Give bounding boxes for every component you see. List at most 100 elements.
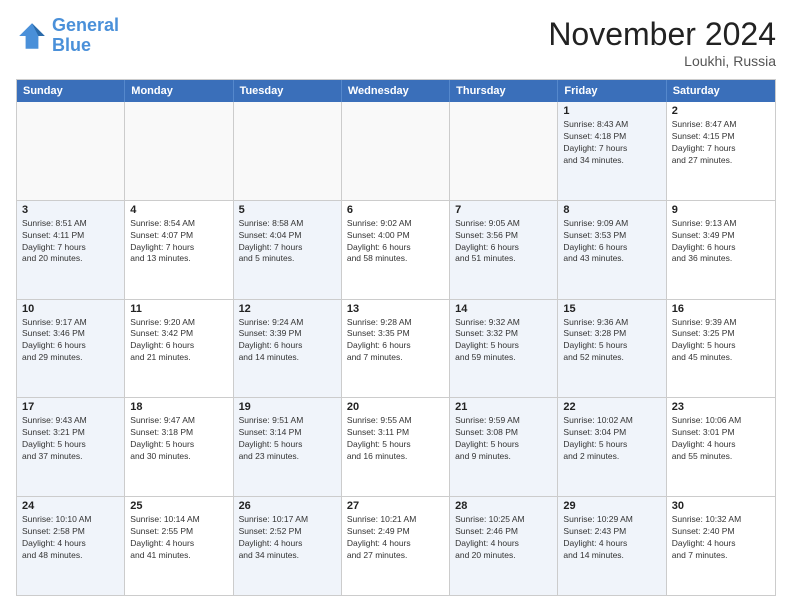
cal-row-3: 17 Sunrise: 9:43 AM Sunset: 3:21 PM Dayli… bbox=[17, 397, 775, 496]
cal-cell-r0-c5: 1 Sunrise: 8:43 AM Sunset: 4:18 PM Daylig… bbox=[558, 102, 666, 200]
cell-info-27: Sunrise: 10:21 AM Sunset: 2:49 PM Daylig… bbox=[347, 514, 444, 562]
cal-cell-r2-c6: 16 Sunrise: 9:39 AM Sunset: 3:25 PM Dayli… bbox=[667, 300, 775, 398]
cal-cell-r4-c1: 25 Sunrise: 10:14 AM Sunset: 2:55 PM Dayl… bbox=[125, 497, 233, 595]
page: General Blue November 2024 Loukhi, Russi… bbox=[0, 0, 792, 612]
cal-cell-r4-c3: 27Sunrise: 10:21 AM Sunset: 2:49 PM Dayl… bbox=[342, 497, 450, 595]
day-num-5: 5 bbox=[239, 204, 336, 216]
cell-info-23: Sunrise: 10:06 AM Sunset: 3:01 PM Daylig… bbox=[672, 415, 770, 463]
cell-info-17: Sunrise: 9:43 AM Sunset: 3:21 PM Dayligh… bbox=[22, 415, 119, 463]
cell-info-20: Sunrise: 9:55 AM Sunset: 3:11 PM Dayligh… bbox=[347, 415, 444, 463]
day-num-16: 16 bbox=[672, 303, 770, 315]
cell-info-29: Sunrise: 10:29 AM Sunset: 2:43 PM Daylig… bbox=[563, 514, 660, 562]
cal-cell-r2-c5: 15Sunrise: 9:36 AM Sunset: 3:28 PM Dayli… bbox=[558, 300, 666, 398]
day-num-7: 7 bbox=[455, 204, 552, 216]
cell-info-4: Sunrise: 8:54 AM Sunset: 4:07 PM Dayligh… bbox=[130, 218, 227, 266]
logo-text: General Blue bbox=[52, 16, 119, 56]
header-thursday: Thursday bbox=[450, 80, 558, 102]
day-num-30: 30 bbox=[672, 500, 770, 512]
location: Loukhi, Russia bbox=[548, 53, 776, 69]
cal-cell-r0-c6: 2Sunrise: 8:47 AM Sunset: 4:15 PM Daylig… bbox=[667, 102, 775, 200]
header-friday: Friday bbox=[558, 80, 666, 102]
cal-cell-r0-c1 bbox=[125, 102, 233, 200]
cal-cell-r1-c6: 9 Sunrise: 9:13 AM Sunset: 3:49 PM Daylig… bbox=[667, 201, 775, 299]
cell-info-22: Sunrise: 10:02 AM Sunset: 3:04 PM Daylig… bbox=[563, 415, 660, 463]
cal-cell-r0-c4 bbox=[450, 102, 558, 200]
day-num-17: 17 bbox=[22, 401, 119, 413]
day-num-23: 23 bbox=[672, 401, 770, 413]
day-num-6: 6 bbox=[347, 204, 444, 216]
day-num-11: 11 bbox=[130, 303, 227, 315]
day-num-18: 18 bbox=[130, 401, 227, 413]
cal-cell-r0-c0 bbox=[17, 102, 125, 200]
cell-info-15: Sunrise: 9:36 AM Sunset: 3:28 PM Dayligh… bbox=[563, 317, 660, 365]
cal-cell-r3-c2: 19Sunrise: 9:51 AM Sunset: 3:14 PM Dayli… bbox=[234, 398, 342, 496]
header-tuesday: Tuesday bbox=[234, 80, 342, 102]
header-wednesday: Wednesday bbox=[342, 80, 450, 102]
cal-cell-r3-c3: 20 Sunrise: 9:55 AM Sunset: 3:11 PM Dayli… bbox=[342, 398, 450, 496]
day-num-9: 9 bbox=[672, 204, 770, 216]
cell-info-26: Sunrise: 10:17 AM Sunset: 2:52 PM Daylig… bbox=[239, 514, 336, 562]
header-monday: Monday bbox=[125, 80, 233, 102]
cal-cell-r4-c5: 29 Sunrise: 10:29 AM Sunset: 2:43 PM Dayl… bbox=[558, 497, 666, 595]
day-num-22: 22 bbox=[563, 401, 660, 413]
cal-cell-r4-c6: 30 Sunrise: 10:32 AM Sunset: 2:40 PM Dayl… bbox=[667, 497, 775, 595]
day-num-21: 21 bbox=[455, 401, 552, 413]
cal-cell-r1-c2: 5 Sunrise: 8:58 AM Sunset: 4:04 PM Daylig… bbox=[234, 201, 342, 299]
day-num-8: 8 bbox=[563, 204, 660, 216]
cal-cell-r2-c2: 12 Sunrise: 9:24 AM Sunset: 3:39 PM Dayli… bbox=[234, 300, 342, 398]
day-num-29: 29 bbox=[563, 500, 660, 512]
cal-cell-r0-c3 bbox=[342, 102, 450, 200]
cell-info-9: Sunrise: 9:13 AM Sunset: 3:49 PM Dayligh… bbox=[672, 218, 770, 266]
cal-cell-r2-c0: 10Sunrise: 9:17 AM Sunset: 3:46 PM Dayli… bbox=[17, 300, 125, 398]
logo-line2: Blue bbox=[52, 35, 91, 55]
cell-info-21: Sunrise: 9:59 AM Sunset: 3:08 PM Dayligh… bbox=[455, 415, 552, 463]
cell-info-5: Sunrise: 8:58 AM Sunset: 4:04 PM Dayligh… bbox=[239, 218, 336, 266]
cell-info-18: Sunrise: 9:47 AM Sunset: 3:18 PM Dayligh… bbox=[130, 415, 227, 463]
month-title: November 2024 bbox=[548, 16, 776, 53]
logo-line1: General bbox=[52, 15, 119, 35]
cell-info-2: Sunrise: 8:47 AM Sunset: 4:15 PM Dayligh… bbox=[672, 119, 770, 167]
cal-cell-r1-c0: 3Sunrise: 8:51 AM Sunset: 4:11 PM Daylig… bbox=[17, 201, 125, 299]
cell-info-12: Sunrise: 9:24 AM Sunset: 3:39 PM Dayligh… bbox=[239, 317, 336, 365]
cell-info-30: Sunrise: 10:32 AM Sunset: 2:40 PM Daylig… bbox=[672, 514, 770, 562]
day-num-26: 26 bbox=[239, 500, 336, 512]
cal-cell-r3-c6: 23 Sunrise: 10:06 AM Sunset: 3:01 PM Dayl… bbox=[667, 398, 775, 496]
cell-info-11: Sunrise: 9:20 AM Sunset: 3:42 PM Dayligh… bbox=[130, 317, 227, 365]
day-num-14: 14 bbox=[455, 303, 552, 315]
cal-cell-r3-c0: 17 Sunrise: 9:43 AM Sunset: 3:21 PM Dayli… bbox=[17, 398, 125, 496]
day-num-12: 12 bbox=[239, 303, 336, 315]
day-num-1: 1 bbox=[563, 105, 660, 117]
cell-info-14: Sunrise: 9:32 AM Sunset: 3:32 PM Dayligh… bbox=[455, 317, 552, 365]
header-sunday: Sunday bbox=[17, 80, 125, 102]
cell-info-13: Sunrise: 9:28 AM Sunset: 3:35 PM Dayligh… bbox=[347, 317, 444, 365]
header: General Blue November 2024 Loukhi, Russi… bbox=[16, 16, 776, 69]
cal-cell-r4-c0: 24 Sunrise: 10:10 AM Sunset: 2:58 PM Dayl… bbox=[17, 497, 125, 595]
header-saturday: Saturday bbox=[667, 80, 775, 102]
cal-cell-r4-c2: 26 Sunrise: 10:17 AM Sunset: 2:52 PM Dayl… bbox=[234, 497, 342, 595]
calendar-body: 1 Sunrise: 8:43 AM Sunset: 4:18 PM Daylig… bbox=[17, 102, 775, 595]
cal-cell-r1-c4: 7Sunrise: 9:05 AM Sunset: 3:56 PM Daylig… bbox=[450, 201, 558, 299]
day-num-24: 24 bbox=[22, 500, 119, 512]
day-num-20: 20 bbox=[347, 401, 444, 413]
cal-cell-r3-c5: 22 Sunrise: 10:02 AM Sunset: 3:04 PM Dayl… bbox=[558, 398, 666, 496]
cal-row-0: 1 Sunrise: 8:43 AM Sunset: 4:18 PM Daylig… bbox=[17, 102, 775, 200]
cal-cell-r1-c3: 6 Sunrise: 9:02 AM Sunset: 4:00 PM Daylig… bbox=[342, 201, 450, 299]
cal-cell-r2-c4: 14 Sunrise: 9:32 AM Sunset: 3:32 PM Dayli… bbox=[450, 300, 558, 398]
cal-cell-r4-c4: 28Sunrise: 10:25 AM Sunset: 2:46 PM Dayl… bbox=[450, 497, 558, 595]
cell-info-16: Sunrise: 9:39 AM Sunset: 3:25 PM Dayligh… bbox=[672, 317, 770, 365]
cal-cell-r3-c1: 18 Sunrise: 9:47 AM Sunset: 3:18 PM Dayli… bbox=[125, 398, 233, 496]
cal-row-1: 3Sunrise: 8:51 AM Sunset: 4:11 PM Daylig… bbox=[17, 200, 775, 299]
cal-row-4: 24 Sunrise: 10:10 AM Sunset: 2:58 PM Dayl… bbox=[17, 496, 775, 595]
cal-row-2: 10Sunrise: 9:17 AM Sunset: 3:46 PM Dayli… bbox=[17, 299, 775, 398]
cal-cell-r3-c4: 21 Sunrise: 9:59 AM Sunset: 3:08 PM Dayli… bbox=[450, 398, 558, 496]
cell-info-1: Sunrise: 8:43 AM Sunset: 4:18 PM Dayligh… bbox=[563, 119, 660, 167]
logo: General Blue bbox=[16, 16, 119, 56]
day-num-19: 19 bbox=[239, 401, 336, 413]
day-num-25: 25 bbox=[130, 500, 227, 512]
cell-info-24: Sunrise: 10:10 AM Sunset: 2:58 PM Daylig… bbox=[22, 514, 119, 562]
title-block: November 2024 Loukhi, Russia bbox=[548, 16, 776, 69]
day-num-4: 4 bbox=[130, 204, 227, 216]
cell-info-6: Sunrise: 9:02 AM Sunset: 4:00 PM Dayligh… bbox=[347, 218, 444, 266]
cell-info-8: Sunrise: 9:09 AM Sunset: 3:53 PM Dayligh… bbox=[563, 218, 660, 266]
cell-info-25: Sunrise: 10:14 AM Sunset: 2:55 PM Daylig… bbox=[130, 514, 227, 562]
